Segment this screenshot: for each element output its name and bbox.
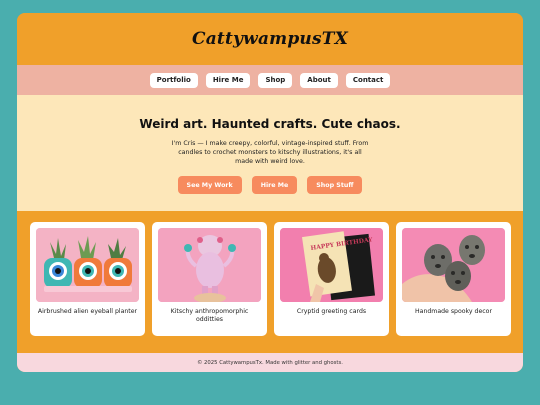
eyeball-planter-photo xyxy=(36,228,139,302)
anthropomorphic-figurine-photo xyxy=(158,228,261,302)
gallery-card[interactable]: Kitschy anthropomorphic odditties xyxy=(152,222,267,336)
hero-section: Weird art. Haunted crafts. Cute chaos. I… xyxy=(17,95,523,211)
greeting-card-photo: HAPPY BIRTHDAY xyxy=(280,228,383,302)
gallery-card[interactable]: Handmade spooky decor xyxy=(396,222,511,336)
gallery: Airbrushed alien eyeball planter Kitschy… xyxy=(17,211,523,353)
nav-item-about[interactable]: About xyxy=(300,72,338,88)
gallery-caption: Handmade spooky decor xyxy=(415,308,492,315)
nav-item-contact[interactable]: Contact xyxy=(345,72,391,88)
cta-row: See My Work Hire Me Shop Stuff xyxy=(177,176,363,194)
site-title[interactable]: CattywampusTX xyxy=(192,29,348,49)
nav-item-shop[interactable]: Shop xyxy=(258,72,293,88)
see-my-work-button[interactable]: See My Work xyxy=(177,176,242,194)
nav-item-hire-me[interactable]: Hire Me xyxy=(205,72,251,88)
site-header: CattywampusTX xyxy=(17,13,523,65)
nav-bar: Portfolio Hire Me Shop About Contact xyxy=(17,65,523,95)
gallery-caption: Airbrushed alien eyeball planter xyxy=(37,308,138,315)
hire-me-button[interactable]: Hire Me xyxy=(251,176,298,194)
hero-description: I'm Cris — I make creepy, colorful, vint… xyxy=(171,140,369,165)
page-frame: CattywampusTX Portfolio Hire Me Shop Abo… xyxy=(17,13,523,372)
site-footer: © 2025 CattywampusTx. Made with glitter … xyxy=(17,353,523,372)
gallery-caption: Cryptid greeting cards xyxy=(296,308,367,315)
nav-item-portfolio[interactable]: Portfolio xyxy=(149,72,198,88)
doll-heads-photo xyxy=(402,228,505,302)
hero-heading: Weird art. Haunted crafts. Cute chaos. xyxy=(139,117,401,131)
footer-text: © 2025 CattywampusTx. Made with glitter … xyxy=(197,359,343,366)
gallery-caption: Kitschy anthropomorphic odditties xyxy=(170,308,249,323)
shop-stuff-button[interactable]: Shop Stuff xyxy=(307,176,363,194)
gallery-card[interactable]: HAPPY BIRTHDAY Cryptid greeting cards xyxy=(274,222,389,336)
gallery-card[interactable]: Airbrushed alien eyeball planter xyxy=(30,222,145,336)
